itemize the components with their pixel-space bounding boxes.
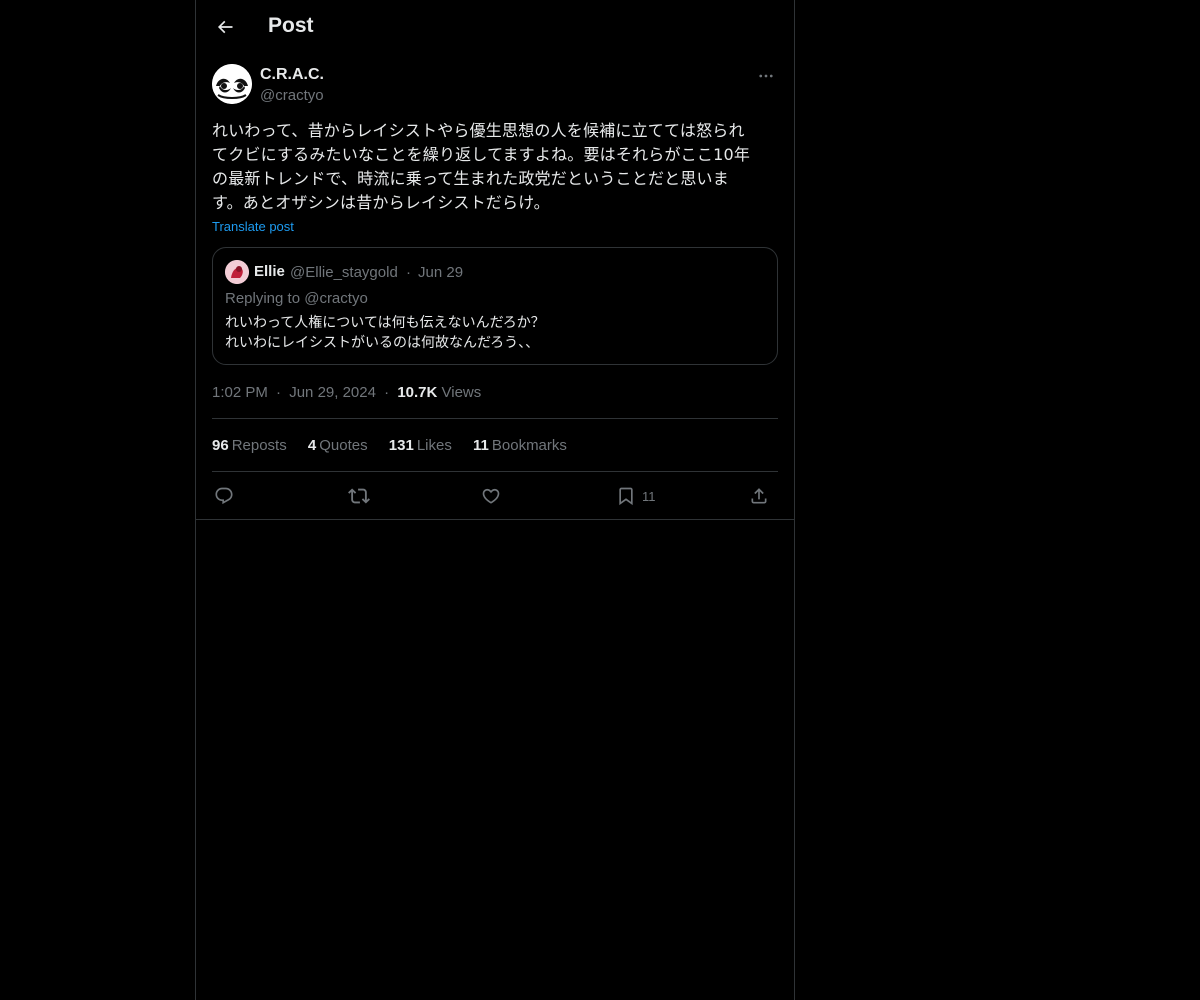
likes-label: Likes (416, 437, 452, 454)
quote-author-name: Ellie (254, 263, 285, 280)
post-stats: 96 Reposts 4 Quotes 131 Likes 11 Bookmarks (212, 437, 584, 454)
share-icon (749, 486, 769, 506)
divider (212, 471, 778, 472)
meta-separator: · (384, 384, 390, 401)
bookmark-button[interactable]: 11 (616, 481, 656, 511)
quote-text: れいわって人権については何も伝えないんだろか？ れいわにレイシストがいるのは何故… (225, 315, 545, 351)
more-icon (757, 67, 775, 85)
meta-separator: · (276, 384, 282, 401)
quote-date: Jun 29 (418, 264, 464, 281)
quote-replying-to: Replying to @cractyo (225, 290, 368, 307)
bookmark-icon (616, 486, 636, 506)
reply-button[interactable] (214, 481, 234, 511)
heart-icon (481, 486, 501, 506)
quote-separator: · (406, 264, 411, 281)
post-header: Post (196, 0, 794, 54)
bookmark-count: 11 (642, 488, 656, 504)
reposts-stat[interactable]: 96 Reposts (212, 437, 287, 454)
more-options-button[interactable] (754, 64, 778, 88)
quotes-label: Quotes (319, 437, 368, 454)
author-name[interactable]: C.R.A.C. (260, 66, 324, 84)
post-author: C.R.A.C. @cractyo (212, 64, 778, 108)
bookmarks-count: 11 (473, 437, 489, 454)
reply-icon (214, 486, 234, 506)
post-date[interactable]: Jun 29, 2024 (289, 384, 376, 401)
quotes-stat[interactable]: 4 Quotes (308, 437, 368, 454)
likes-count: 131 (388, 437, 414, 454)
repost-button[interactable] (348, 481, 370, 511)
divider (212, 418, 778, 419)
reposts-count: 96 (212, 437, 229, 454)
reposts-label: Reposts (231, 437, 287, 454)
back-button[interactable] (208, 10, 242, 44)
repost-icon (348, 485, 370, 507)
translate-post-link[interactable]: Translate post (212, 219, 294, 234)
quotes-count: 4 (307, 437, 317, 454)
share-button[interactable] (749, 481, 769, 511)
quote-avatar (225, 260, 249, 284)
arrow-left-icon (215, 17, 235, 37)
author-avatar[interactable] (212, 64, 252, 104)
bookmarks-label: Bookmarks (491, 437, 567, 454)
bookmarks-stat[interactable]: 11 Bookmarks (473, 437, 567, 454)
post-actions: 11 (212, 481, 778, 511)
quoted-post[interactable]: Ellie @Ellie_staygold · Jun 29 Replying … (212, 247, 778, 365)
views-count: 10.7K (397, 384, 438, 401)
quote-author-handle: @Ellie_staygold (290, 264, 398, 281)
post-detail-column: Post C.R.A.C. @cractyo れいわって、昔からレイシストやら優… (195, 0, 795, 1000)
likes-stat[interactable]: 131 Likes (389, 437, 452, 454)
divider (196, 519, 794, 520)
post-time[interactable]: 1:02 PM (212, 384, 268, 401)
page-title: Post (268, 14, 314, 37)
like-button[interactable] (481, 481, 501, 511)
post-meta: 1:02 PM · Jun 29, 2024 · 10.7K Views (212, 384, 481, 401)
author-handle[interactable]: @cractyo (260, 87, 324, 104)
views-label: Views (441, 384, 482, 401)
post-text: れいわって、昔からレイシストやら優生思想の人を候補に立てては怒られ てクビにする… (212, 121, 751, 212)
